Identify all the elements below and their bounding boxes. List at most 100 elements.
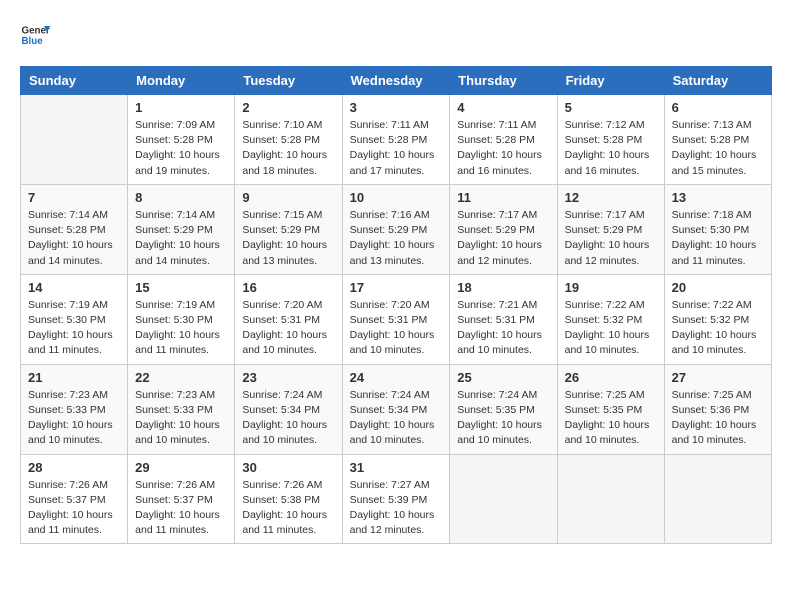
day-number: 30	[242, 460, 334, 475]
day-number: 2	[242, 100, 334, 115]
logo-icon: General Blue	[20, 20, 50, 50]
day-info: Sunrise: 7:23 AMSunset: 5:33 PMDaylight:…	[135, 388, 227, 449]
day-number: 4	[457, 100, 549, 115]
calendar-cell: 10 Sunrise: 7:16 AMSunset: 5:29 PMDayligh…	[342, 184, 450, 274]
calendar-cell: 6 Sunrise: 7:13 AMSunset: 5:28 PMDaylight…	[664, 95, 771, 185]
day-number: 13	[672, 190, 764, 205]
logo: General Blue	[20, 20, 50, 50]
day-number: 14	[28, 280, 120, 295]
calendar-cell: 21 Sunrise: 7:23 AMSunset: 5:33 PMDayligh…	[21, 364, 128, 454]
day-header-sunday: Sunday	[21, 67, 128, 95]
day-info: Sunrise: 7:19 AMSunset: 5:30 PMDaylight:…	[135, 298, 227, 359]
day-info: Sunrise: 7:11 AMSunset: 5:28 PMDaylight:…	[457, 118, 549, 179]
day-info: Sunrise: 7:21 AMSunset: 5:31 PMDaylight:…	[457, 298, 549, 359]
calendar-cell: 9 Sunrise: 7:15 AMSunset: 5:29 PMDaylight…	[235, 184, 342, 274]
day-number: 19	[565, 280, 657, 295]
day-info: Sunrise: 7:26 AMSunset: 5:37 PMDaylight:…	[135, 478, 227, 539]
day-number: 1	[135, 100, 227, 115]
calendar-cell: 28 Sunrise: 7:26 AMSunset: 5:37 PMDayligh…	[21, 454, 128, 544]
day-info: Sunrise: 7:17 AMSunset: 5:29 PMDaylight:…	[457, 208, 549, 269]
calendar-cell: 14Sunrise: 7:19 AMSunset: 5:30 PMDayligh…	[21, 274, 128, 364]
day-header-saturday: Saturday	[664, 67, 771, 95]
calendar-cell	[21, 95, 128, 185]
day-number: 16	[242, 280, 334, 295]
day-number: 20	[672, 280, 764, 295]
svg-text:Blue: Blue	[22, 36, 44, 47]
calendar-cell	[450, 454, 557, 544]
page-header: General Blue	[20, 20, 772, 50]
calendar-cell: 16 Sunrise: 7:20 AMSunset: 5:31 PMDayligh…	[235, 274, 342, 364]
day-info: Sunrise: 7:18 AMSunset: 5:30 PMDaylight:…	[672, 208, 764, 269]
day-info: Sunrise: 7:26 AMSunset: 5:37 PMDaylight:…	[28, 478, 120, 539]
day-number: 8	[135, 190, 227, 205]
day-info: Sunrise: 7:22 AMSunset: 5:32 PMDaylight:…	[565, 298, 657, 359]
day-info: Sunrise: 7:24 AMSunset: 5:35 PMDaylight:…	[457, 388, 549, 449]
calendar-week-row: 28 Sunrise: 7:26 AMSunset: 5:37 PMDayligh…	[21, 454, 772, 544]
calendar-week-row: 1 Sunrise: 7:09 AMSunset: 5:28 PMDaylight…	[21, 95, 772, 185]
calendar-cell: 11Sunrise: 7:17 AMSunset: 5:29 PMDayligh…	[450, 184, 557, 274]
day-number: 22	[135, 370, 227, 385]
day-info: Sunrise: 7:10 AMSunset: 5:28 PMDaylight:…	[242, 118, 334, 179]
calendar-cell: 3 Sunrise: 7:11 AMSunset: 5:28 PMDaylight…	[342, 95, 450, 185]
calendar-cell	[664, 454, 771, 544]
day-number: 6	[672, 100, 764, 115]
calendar-cell: 24 Sunrise: 7:24 AMSunset: 5:34 PMDayligh…	[342, 364, 450, 454]
day-info: Sunrise: 7:23 AMSunset: 5:33 PMDaylight:…	[28, 388, 120, 449]
day-number: 15	[135, 280, 227, 295]
day-info: Sunrise: 7:11 AMSunset: 5:28 PMDaylight:…	[350, 118, 443, 179]
day-number: 25	[457, 370, 549, 385]
day-number: 18	[457, 280, 549, 295]
day-number: 5	[565, 100, 657, 115]
day-number: 28	[28, 460, 120, 475]
day-info: Sunrise: 7:24 AMSunset: 5:34 PMDaylight:…	[242, 388, 334, 449]
calendar-week-row: 14 Sunrise: 7:19 AMSunset: 5:30 PMDayligh…	[21, 274, 772, 364]
day-number: 17	[350, 280, 443, 295]
day-info: Sunrise: 7:25 AMSunset: 5:35 PMDaylight:…	[565, 388, 657, 449]
day-info: Sunrise: 7:17 AMSunset: 5:29 PMDaylight:…	[565, 208, 657, 269]
day-number: 29	[135, 460, 227, 475]
day-info: Sunrise: 7:16 AMSunset: 5:29 PMDaylight:…	[350, 208, 443, 269]
calendar-cell: 4 Sunrise: 7:11 AMSunset: 5:28 PMDaylight…	[450, 95, 557, 185]
calendar-cell: 12Sunrise: 7:17 AMSunset: 5:29 PMDayligh…	[557, 184, 664, 274]
day-number: 26	[565, 370, 657, 385]
day-header-thursday: Thursday	[450, 67, 557, 95]
calendar-cell: 23 Sunrise: 7:24 AMSunset: 5:34 PMDayligh…	[235, 364, 342, 454]
day-info: Sunrise: 7:20 AMSunset: 5:31 PMDaylight:…	[242, 298, 334, 359]
day-info: Sunrise: 7:22 AMSunset: 5:32 PMDaylight:…	[672, 298, 764, 359]
day-info: Sunrise: 7:13 AMSunset: 5:28 PMDaylight:…	[672, 118, 764, 179]
calendar-cell: 7 Sunrise: 7:14 AMSunset: 5:28 PMDaylight…	[21, 184, 128, 274]
calendar-cell: 2 Sunrise: 7:10 AMSunset: 5:28 PMDaylight…	[235, 95, 342, 185]
day-header-friday: Friday	[557, 67, 664, 95]
day-number: 21	[28, 370, 120, 385]
calendar-cell: 22 Sunrise: 7:23 AMSunset: 5:33 PMDayligh…	[128, 364, 235, 454]
calendar-week-row: 7 Sunrise: 7:14 AMSunset: 5:28 PMDaylight…	[21, 184, 772, 274]
day-number: 24	[350, 370, 443, 385]
day-number: 23	[242, 370, 334, 385]
calendar-cell: 1 Sunrise: 7:09 AMSunset: 5:28 PMDaylight…	[128, 95, 235, 185]
day-header-monday: Monday	[128, 67, 235, 95]
day-number: 9	[242, 190, 334, 205]
day-info: Sunrise: 7:14 AMSunset: 5:28 PMDaylight:…	[28, 208, 120, 269]
day-number: 7	[28, 190, 120, 205]
day-info: Sunrise: 7:15 AMSunset: 5:29 PMDaylight:…	[242, 208, 334, 269]
calendar-header-row: SundayMondayTuesdayWednesdayThursdayFrid…	[21, 67, 772, 95]
day-info: Sunrise: 7:26 AMSunset: 5:38 PMDaylight:…	[242, 478, 334, 539]
calendar-cell: 8 Sunrise: 7:14 AMSunset: 5:29 PMDaylight…	[128, 184, 235, 274]
calendar-cell: 5Sunrise: 7:12 AMSunset: 5:28 PMDaylight…	[557, 95, 664, 185]
day-info: Sunrise: 7:09 AMSunset: 5:28 PMDaylight:…	[135, 118, 227, 179]
calendar-cell: 27Sunrise: 7:25 AMSunset: 5:36 PMDayligh…	[664, 364, 771, 454]
day-number: 10	[350, 190, 443, 205]
calendar-week-row: 21 Sunrise: 7:23 AMSunset: 5:33 PMDayligh…	[21, 364, 772, 454]
calendar-cell: 31Sunrise: 7:27 AMSunset: 5:39 PMDayligh…	[342, 454, 450, 544]
day-info: Sunrise: 7:14 AMSunset: 5:29 PMDaylight:…	[135, 208, 227, 269]
day-number: 3	[350, 100, 443, 115]
calendar-cell: 18 Sunrise: 7:21 AMSunset: 5:31 PMDayligh…	[450, 274, 557, 364]
day-info: Sunrise: 7:25 AMSunset: 5:36 PMDaylight:…	[672, 388, 764, 449]
day-info: Sunrise: 7:24 AMSunset: 5:34 PMDaylight:…	[350, 388, 443, 449]
calendar-cell: 26 Sunrise: 7:25 AMSunset: 5:35 PMDayligh…	[557, 364, 664, 454]
calendar-cell: 19 Sunrise: 7:22 AMSunset: 5:32 PMDayligh…	[557, 274, 664, 364]
calendar-cell: 20 Sunrise: 7:22 AMSunset: 5:32 PMDayligh…	[664, 274, 771, 364]
day-info: Sunrise: 7:20 AMSunset: 5:31 PMDaylight:…	[350, 298, 443, 359]
calendar-cell: 30 Sunrise: 7:26 AMSunset: 5:38 PMDayligh…	[235, 454, 342, 544]
day-header-wednesday: Wednesday	[342, 67, 450, 95]
